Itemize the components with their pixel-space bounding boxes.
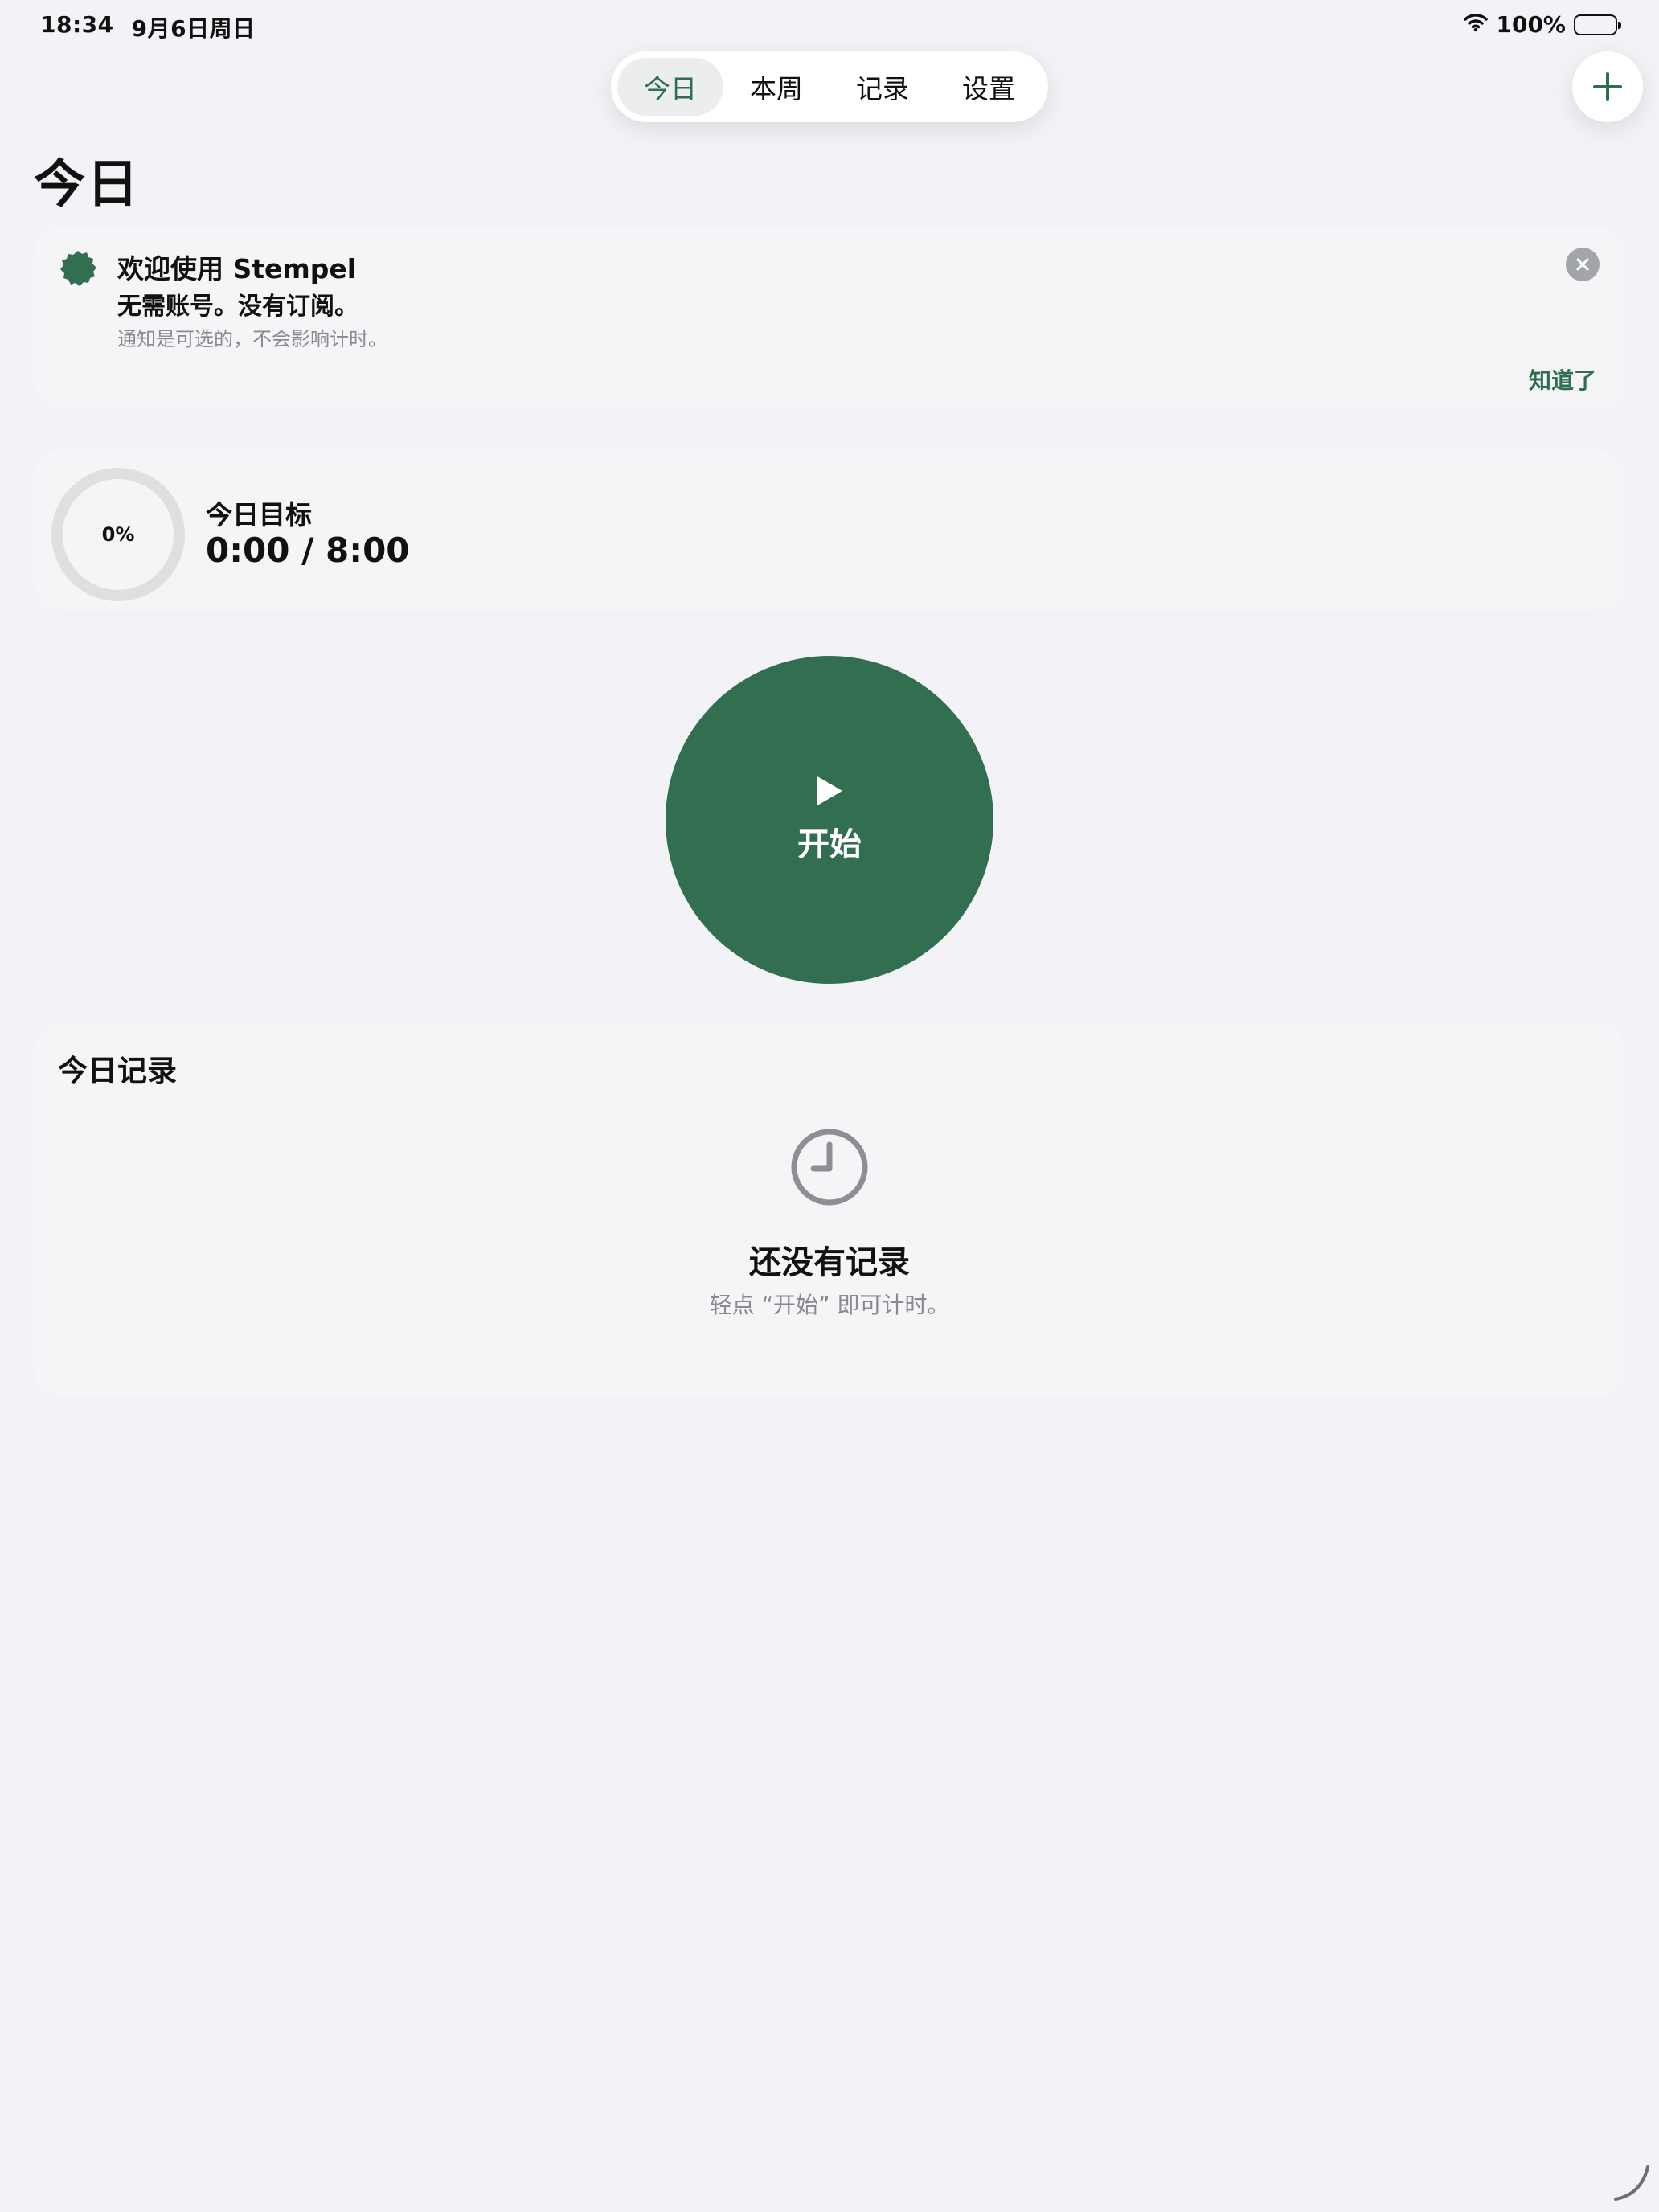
close-button[interactable] [1566,248,1600,281]
battery-icon [1574,14,1621,35]
add-button[interactable] [1572,51,1643,122]
close-icon [1576,258,1589,271]
today-records-card: 今日记录 还没有记录 轻点 “开始” 即可计时。 [34,1022,1625,1397]
tab-today[interactable]: 今日 [617,58,723,116]
status-bar-right: 100% [1464,11,1621,38]
tab-bar: 今日 本周 记录 设置 [611,51,1048,122]
welcome-title: 欢迎使用 Stempel [117,253,357,285]
welcome-card: 欢迎使用 Stempel 无需账号。没有订阅。 通知是可选的，不会影响计时。 知… [34,227,1625,408]
stamp-badge-icon [60,251,96,286]
goal-value: 0:00 / 8:00 [206,530,410,570]
start-label: 开始 [797,826,862,863]
resize-corner-icon[interactable] [1612,2162,1653,2202]
wifi-icon [1464,11,1489,38]
empty-state-hint: 轻点 “开始” 即可计时。 [709,1292,950,1318]
empty-state-title: 还没有记录 [749,1244,910,1281]
play-icon [817,776,842,805]
app-screen: 18:34 9月6日周日 100% 今日 本周 记录 设置 今日 欢迎使用 St… [0,0,1659,2212]
welcome-note: 通知是可选的，不会影响计时。 [117,328,387,350]
start-button[interactable]: 开始 [666,656,993,984]
page-title: 今日 [34,155,140,215]
status-time: 18:34 [40,11,114,38]
status-date: 9月6日周日 [131,15,256,42]
battery-percent: 100% [1496,11,1566,38]
records-title: 今日记录 [58,1054,177,1088]
welcome-subtitle: 无需账号。没有订阅。 [117,293,358,321]
dismiss-button[interactable]: 知道了 [1529,363,1596,395]
daily-goal-card: 0% 今日目标 0:00 / 8:00 [34,450,1625,611]
goal-title: 今日目标 [206,499,312,530]
tab-settings[interactable]: 设置 [936,58,1042,116]
progress-percent: 0% [101,523,135,546]
tab-week[interactable]: 本周 [723,58,830,116]
status-bar-left: 18:34 9月6日周日 [40,11,256,43]
tab-records[interactable]: 记录 [830,58,936,116]
clock-icon [791,1129,868,1206]
plus-icon [1593,72,1622,101]
